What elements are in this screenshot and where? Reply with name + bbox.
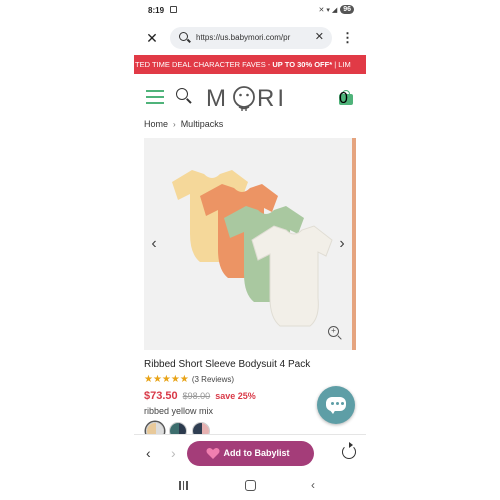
product-title: Ribbed Short Sleeve Bodysuit 4 Pack bbox=[144, 359, 311, 370]
zoom-icon[interactable]: + bbox=[328, 326, 342, 340]
next-image-peek bbox=[352, 138, 356, 350]
logo-ri: RI bbox=[257, 85, 287, 112]
promo-lead-text: TED TIME DEAL CHARACTER FAVES - bbox=[135, 60, 273, 69]
close-tab-icon[interactable]: ✕ bbox=[144, 29, 160, 47]
clear-url-icon[interactable]: ✕ bbox=[315, 31, 324, 44]
forward-icon[interactable]: › bbox=[171, 445, 176, 461]
promo-tail-text: | LIM bbox=[332, 60, 351, 69]
mori-logo[interactable]: M RI bbox=[206, 84, 306, 112]
search-icon bbox=[179, 32, 188, 41]
url-text[interactable]: https://us.babymori.com/pr bbox=[196, 33, 308, 42]
back-icon[interactable]: ‹ bbox=[146, 445, 151, 461]
phone-screen: 8:19 ✕ ▾ ◢ 96 ✕ https://us.babymori.com/… bbox=[134, 0, 366, 500]
logo-m: M bbox=[206, 85, 228, 112]
breadcrumb-home-link[interactable]: Home bbox=[144, 119, 168, 129]
hamburger-menu-icon[interactable] bbox=[146, 90, 164, 104]
price-row: $73.50 $98.00 save 25% bbox=[144, 390, 256, 402]
promo-bold-text: UP TO 30% OFF* bbox=[272, 60, 333, 69]
product-image-gallery[interactable]: ‹ › + bbox=[144, 138, 356, 350]
current-price: $73.50 bbox=[144, 390, 178, 402]
system-nav-bar: ‹ bbox=[134, 472, 366, 500]
chat-button[interactable] bbox=[317, 386, 355, 424]
gallery-next-arrow-icon[interactable]: › bbox=[336, 234, 348, 254]
reload-icon[interactable] bbox=[342, 442, 356, 459]
browser-menu-icon[interactable]: ⋮ bbox=[341, 29, 354, 47]
battery-icon: 96 bbox=[340, 5, 354, 14]
rating-stars[interactable]: ★★★★★ (3 Reviews) bbox=[144, 374, 234, 385]
product-image bbox=[172, 170, 333, 327]
breadcrumb-current[interactable]: Multipacks bbox=[181, 119, 224, 129]
signal-icons: ✕ ▾ ◢ bbox=[318, 6, 338, 14]
browser-bottom-toolbar: ‹ › Add to Babylist bbox=[134, 434, 366, 472]
babylist-label: Add to Babylist bbox=[223, 448, 290, 458]
add-to-babylist-button[interactable]: Add to Babylist bbox=[187, 441, 314, 466]
breadcrumb: Home › Multipacks bbox=[144, 119, 223, 129]
heart-icon bbox=[206, 448, 220, 459]
cart-count-badge: 0 bbox=[339, 90, 348, 107]
gallery-notification-icon bbox=[170, 6, 177, 13]
browser-url-row: ✕ https://us.babymori.com/pr ✕ ⋮ bbox=[134, 25, 366, 51]
home-icon[interactable] bbox=[245, 480, 256, 491]
review-count-link[interactable]: (3 Reviews) bbox=[192, 375, 234, 384]
gallery-prev-arrow-icon[interactable]: ‹ bbox=[148, 234, 160, 254]
url-bar[interactable]: https://us.babymori.com/pr ✕ bbox=[170, 27, 332, 49]
breadcrumb-separator: › bbox=[173, 119, 176, 129]
site-header: M RI 0 bbox=[134, 80, 366, 118]
logo-face-icon bbox=[233, 86, 255, 108]
discount-label: save 25% bbox=[215, 391, 256, 401]
status-bar: 8:19 ✕ ▾ ◢ 96 bbox=[134, 0, 366, 22]
selected-color-name: ribbed yellow mix bbox=[144, 406, 214, 416]
star-icons: ★★★★★ bbox=[144, 374, 189, 385]
recents-icon[interactable] bbox=[179, 481, 188, 490]
original-price: $98.00 bbox=[182, 391, 211, 401]
status-time: 8:19 bbox=[148, 6, 165, 15]
site-search-icon[interactable] bbox=[176, 88, 192, 106]
system-back-icon[interactable]: ‹ bbox=[311, 478, 315, 492]
promo-banner[interactable]: TED TIME DEAL CHARACTER FAVES - UP TO 30… bbox=[134, 55, 366, 74]
status-icons: ✕ ▾ ◢ 96 bbox=[319, 5, 354, 14]
